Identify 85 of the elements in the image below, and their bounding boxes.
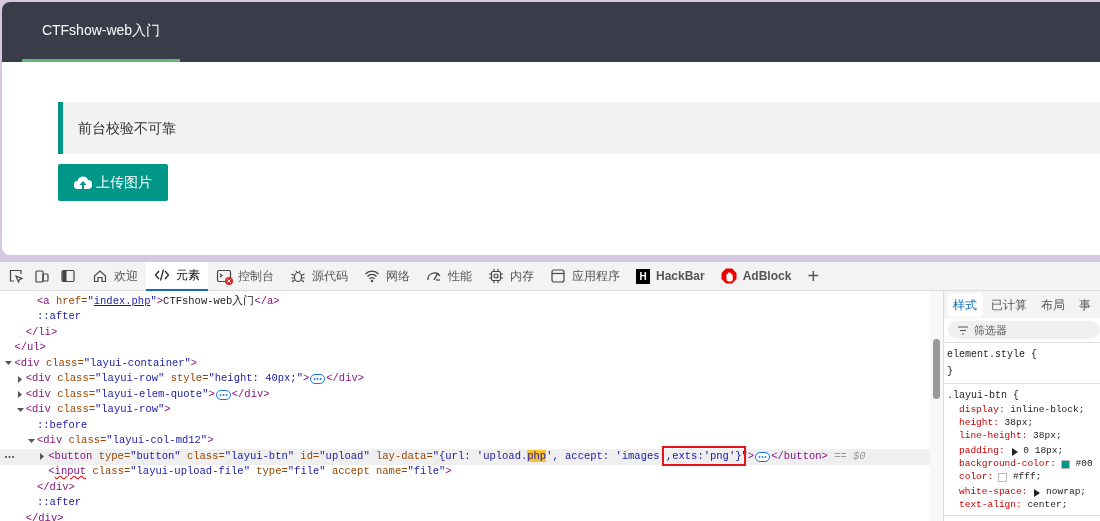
code-line: </div> [25,510,64,521]
filter-icon [958,325,968,335]
styles-tab[interactable]: 样式 [947,292,983,317]
code-text: </div> [231,386,270,402]
devtools-tab[interactable]: 控制台 [208,261,282,291]
devtools-tab[interactable]: 元素 [146,261,208,291]
css-property: line-height: [959,429,1028,444]
code-text: </button> == $0 [771,448,866,464]
code-line: <div class="layui-elem-quote"> [25,386,215,402]
css-brace: } [947,365,954,379]
upload-button[interactable]: 上传图片 [58,164,168,201]
devtools-tab[interactable]: 欢迎 [84,261,146,291]
code-line: ::after [37,495,82,511]
css-property: color: [959,470,994,485]
css-value: 38px; [1003,416,1034,431]
styles-tab[interactable]: 事 [1073,292,1097,317]
stop-hand-icon [720,268,737,284]
devtools-tab[interactable]: 内存 [480,261,542,291]
css-property: white-space: [959,485,1028,500]
code-icon [154,267,170,283]
css-value: 0 18px; [1022,444,1064,459]
css-value: #fff; [1011,470,1042,485]
css-property: background-color: [959,457,1056,472]
styles-tab[interactable]: 布局 [1035,292,1071,317]
css-property: text-align: [959,498,1022,513]
code-line: </ul> [14,340,46,356]
inspect-icon[interactable] [8,268,24,284]
css-value: #00 [1074,457,1093,472]
house-icon [92,268,108,284]
devtools-tab[interactable]: 源代码 [282,261,356,291]
quote-text: 前台校验不可靠 [78,118,176,138]
devtools-tab[interactable]: 网络 [356,261,418,291]
nav-link[interactable]: CTFshow-web入门 [22,2,180,62]
window-icon [550,268,566,284]
color-swatch[interactable] [1060,460,1070,469]
css-selector: element.style { [947,348,1038,362]
code-line: </li> [25,324,58,340]
code-text: </div> [326,371,365,387]
devtools-tab[interactable]: 性能 [418,261,480,291]
wifi-icon [364,268,380,284]
css-property: display: [959,403,1005,418]
chip-icon [488,268,504,284]
css-selector: .layui-btn { [947,389,1020,403]
cloud-upload-icon [74,175,92,190]
caret-icon[interactable] [16,406,24,414]
code-line: <div class="layui-row" style="height: 40px;"> [25,371,310,387]
color-swatch[interactable] [998,473,1008,482]
sidebar-toggle-icon[interactable] [60,268,76,284]
caret-icon[interactable] [16,375,24,383]
ellipsis-button[interactable] [755,451,771,462]
link[interactable]: index.php [93,294,151,307]
add-tab-button[interactable]: + [803,266,824,286]
bug-icon [290,268,306,284]
code-line: ::after [37,309,82,325]
row-menu-icon[interactable] [4,455,15,459]
css-property: height: [959,416,999,431]
css-value: center; [1026,498,1068,513]
ellipsis-button[interactable] [310,374,326,385]
code-line: <div class="layui-col-md12"> [37,433,214,449]
console-icon [216,268,232,284]
hackbar-icon: H [636,268,650,284]
caret-icon[interactable] [16,391,24,399]
caret-icon[interactable] [5,360,13,368]
css-value: inline-block; [1009,403,1085,418]
code-line: <div class="layui-row"> [25,402,171,418]
code-line: ::before [37,417,88,433]
expand-arrow-icon[interactable] [1010,447,1018,456]
styles-tab[interactable]: 已计算 [985,292,1033,317]
code-line: </div> [37,479,75,495]
ellipsis-button[interactable] [215,389,231,400]
devtools-tab[interactable]: 应用程序 [542,261,628,291]
css-property: padding: [959,444,1005,459]
scrollbar[interactable] [930,291,943,521]
devtools-tab[interactable]: H HackBar [628,261,713,291]
filter-field[interactable]: 筛选器 [948,321,1100,339]
code-line: <input class="layui-upload-file" type="file" accept name="file"> [48,464,452,480]
code-line: <div class="layui-container"> [14,355,198,371]
code-line: <a href="index.php">CTFshow-web入门</a> [37,293,280,309]
css-value: nowrap; [1045,485,1087,500]
expand-arrow-icon[interactable] [1033,488,1041,497]
caret-icon[interactable] [39,453,47,461]
devtools-tab[interactable]: AdBlock [712,261,800,291]
caret-icon[interactable] [28,437,35,445]
device-icon[interactable] [34,268,50,284]
css-value: 38px; [1032,429,1062,444]
